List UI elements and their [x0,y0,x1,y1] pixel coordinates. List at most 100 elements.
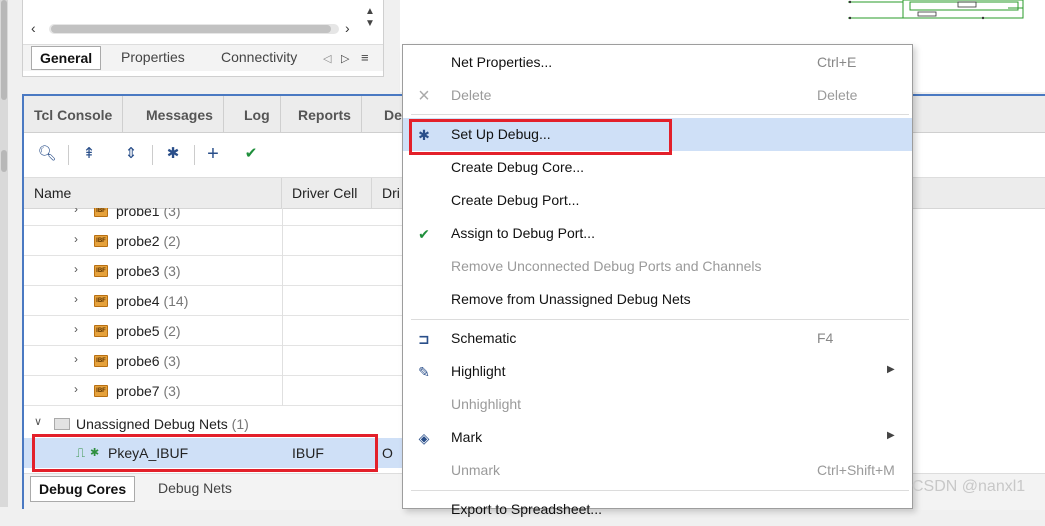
net-bus-icon: IBF [94,355,108,367]
tab-menu-icon[interactable]: ≡ [361,50,369,65]
context-menu: Net Properties... Ctrl+E × Delete Delete… [402,44,913,517]
group-label: Unassigned Debug Nets [76,416,228,432]
scroll-up-icon[interactable]: ▲ [361,6,379,18]
column-driver-cell[interactable]: Driver Cell [282,178,372,208]
toolbar-divider [152,145,153,165]
expand-chevron-icon[interactable]: › [74,232,78,246]
menu-item-shortcut: Ctrl+E [817,54,857,70]
table-row[interactable]: › IBF probe4 (14) [24,286,404,316]
watermark: CSDN @nanxl1 [912,478,1026,495]
add-icon[interactable]: + [202,143,224,165]
table-row[interactable]: › IBF probe3 (3) [24,256,404,286]
row-name: probe7 [116,383,160,399]
menu-item-net-properties[interactable]: Net Properties... Ctrl+E [403,46,912,79]
row-name: probe6 [116,353,160,369]
tab-prev-icon[interactable]: ◁ [323,52,331,65]
menu-item-delete[interactable]: × Delete Delete [403,79,912,112]
menu-item-label: Net Properties... [451,54,553,70]
expand-all-icon[interactable]: ⇕ [120,143,142,165]
column-name[interactable]: Name [24,178,282,208]
table-row[interactable]: › IBF probe7 (3) [24,376,404,406]
menu-item-mark[interactable]: ◈ Mark ▶ [403,421,912,454]
left-scrollbar-thumb[interactable] [1,0,7,100]
tab-tcl-console[interactable]: Tcl Console [24,96,124,132]
menu-item-unmark[interactable]: Unmark Ctrl+Shift+M [403,454,912,487]
menu-item-create-debug-core[interactable]: Create Debug Core... [403,151,912,184]
highlight-box-selected-net [32,434,378,472]
expand-chevron-icon[interactable]: › [74,292,78,306]
menu-item-label: Create Debug Core... [451,159,585,175]
tab-messages[interactable]: Messages [136,96,224,132]
table-row[interactable]: › IBF probe2 (2) [24,226,404,256]
menu-item-remove-from-unassigned[interactable]: Remove from Unassigned Debug Nets [403,283,912,316]
menu-item-export-to-spreadsheet[interactable]: Export to Spreadsheet... [403,493,912,526]
net-bus-icon: IBF [94,235,108,247]
search-icon[interactable]: 🔍︎ [36,143,58,165]
menu-item-shortcut: Delete [817,87,858,103]
tab-general[interactable]: General [31,46,102,70]
collapse-all-icon[interactable]: ⇞ [78,143,100,165]
menu-item-remove-unconnected-ports[interactable]: Remove Unconnected Debug Ports and Chann… [403,250,912,283]
scroll-left-icon[interactable]: ‹ [31,20,36,36]
assign-port-icon[interactable]: ✔ [240,143,262,165]
menu-item-label: Mark [451,429,483,445]
tab-reports[interactable]: Reports [288,96,362,132]
menu-item-label: Highlight [451,363,506,379]
menu-item-shortcut: F4 [817,330,834,346]
menu-item-unhighlight[interactable]: Unhighlight [403,388,912,421]
left-scrollbar-thumb-2[interactable] [1,150,7,172]
expand-chevron-icon[interactable]: › [74,208,78,216]
menu-separator [411,319,909,320]
table-row[interactable]: › IBF probe1 (3) [24,208,404,226]
folder-icon [54,418,70,430]
table-row[interactable]: › IBF probe6 (3) [24,346,404,376]
tab-next-icon[interactable]: ▷ [341,52,349,65]
net-bus-icon: IBF [94,325,108,337]
scroll-right-icon[interactable]: › [345,20,350,36]
net-bus-icon: IBF [94,265,108,277]
tab-properties[interactable]: Properties [121,49,185,65]
row-name: probe2 [116,233,160,249]
menu-item-label: Export to Spreadsheet... [451,501,602,517]
table-row[interactable]: › IBF probe5 (2) [24,316,404,346]
menu-item-create-debug-port[interactable]: Create Debug Port... [403,184,912,217]
menu-item-highlight[interactable]: ✎ Highlight ▶ [403,355,912,388]
collapse-chevron-icon[interactable]: ∨ [34,415,42,428]
menu-item-label: Delete [451,87,492,103]
scrollbar-thumb[interactable] [51,25,331,33]
row-count: (2) [163,323,181,339]
column-divider [282,376,283,406]
menu-item-label: Unmark [451,462,501,478]
row-name: probe1 [116,208,160,219]
menu-separator [411,490,909,491]
expand-chevron-icon[interactable]: › [74,262,78,276]
menu-item-schematic[interactable]: ⊐ Schematic F4 [403,322,912,355]
vertical-scroll-buttons[interactable]: ▲ ▼ [361,6,379,40]
tab-debug-cores[interactable]: Debug Cores [30,476,136,502]
scroll-down-icon[interactable]: ▼ [361,18,379,30]
expand-chevron-icon[interactable]: › [74,352,78,366]
tab-debug-nets[interactable]: Debug Nets [150,476,240,500]
submenu-arrow-icon: ▶ [887,430,895,441]
row-count: (3) [163,353,181,369]
row-count: (2) [163,233,181,249]
column-driver-pin[interactable]: Dri [372,178,404,208]
properties-panel: ‹ › ▲ ▼ General Properties Connectivity … [22,0,384,77]
menu-item-assign-to-debug-port[interactable]: ✔ Assign to Debug Port... [403,217,912,250]
left-scrollbar[interactable] [0,0,8,507]
mark-icon: ◈ [418,430,430,446]
row-name: probe3 [116,263,160,279]
tab-log[interactable]: Log [234,96,281,132]
tab-connectivity[interactable]: Connectivity [221,49,297,65]
bug-icon[interactable]: ✱ [162,143,184,165]
highlight-icon: ✎ [418,364,430,380]
expand-chevron-icon[interactable]: › [74,322,78,336]
horizontal-scrollbar[interactable]: ‹ › [27,18,357,40]
expand-chevron-icon[interactable]: › [74,382,78,396]
net-bus-icon: IBF [94,295,108,307]
menu-separator [411,114,909,115]
menu-item-label: Remove Unconnected Debug Ports and Chann… [451,258,762,274]
row-count: (3) [163,383,181,399]
row-name: probe5 [116,323,160,339]
column-divider [282,256,283,286]
